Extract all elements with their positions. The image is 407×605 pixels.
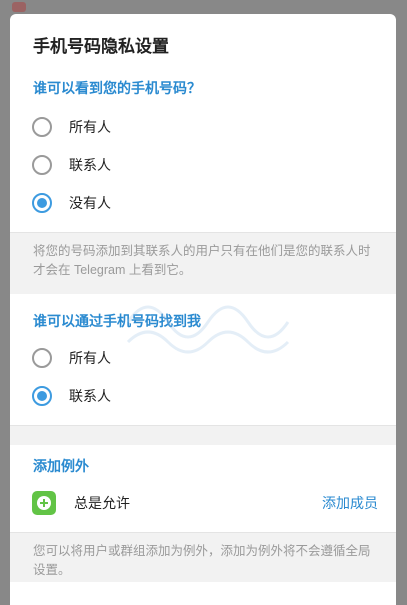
radio-label: 联系人 — [69, 388, 111, 404]
find-number-option-contacts[interactable]: 联系人 — [32, 383, 332, 409]
section-gap — [10, 425, 396, 445]
section-title-see-number: 谁可以看到您的手机号码？ — [33, 80, 201, 96]
dialog-title: 手机号码隐私设置 — [33, 37, 169, 56]
see-number-note: 将您的号码添加到其联系人的用户只有在他们是您的联系人时才会在 Telegram … — [10, 232, 396, 294]
find-number-option-everybody[interactable]: 所有人 — [32, 345, 332, 371]
radio-label: 没有人 — [69, 195, 111, 211]
phone-privacy-dialog: 手机号码隐私设置 谁可以看到您的手机号码？ 所有人 联系人 没有人 将您的号码添… — [10, 14, 396, 605]
add-members-button[interactable]: 添加成员 — [322, 493, 378, 513]
background-app-icon — [12, 2, 26, 12]
add-plus-icon — [32, 491, 56, 515]
radio-label: 所有人 — [69, 119, 111, 135]
see-number-option-contacts[interactable]: 联系人 — [32, 152, 332, 178]
exceptions-note: 您可以将用户或群组添加为例外，添加为例外将不会遵循全局设置。 — [10, 532, 396, 582]
radio-button-selected[interactable] — [32, 386, 52, 406]
radio-label: 联系人 — [69, 157, 111, 173]
always-allow-label: 总是允许 — [74, 495, 130, 511]
always-allow-row[interactable]: 总是允许 添加成员 — [32, 490, 378, 516]
radio-button-selected[interactable] — [32, 193, 52, 213]
radio-label: 所有人 — [69, 350, 111, 366]
radio-button[interactable] — [32, 155, 52, 175]
section-title-find-number: 谁可以通过手机号码找到我 — [33, 313, 201, 329]
see-number-option-nobody[interactable]: 没有人 — [32, 190, 332, 216]
see-number-option-everybody[interactable]: 所有人 — [32, 114, 332, 140]
section-title-exceptions: 添加例外 — [33, 458, 89, 474]
radio-button[interactable] — [32, 117, 52, 137]
radio-button[interactable] — [32, 348, 52, 368]
